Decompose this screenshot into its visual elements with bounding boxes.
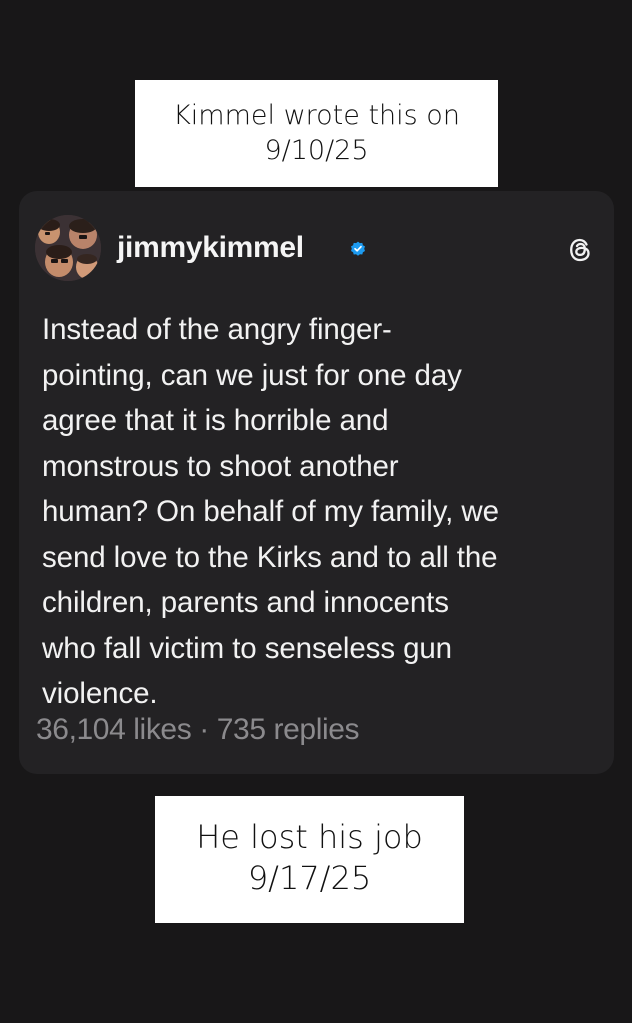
verified-badge-icon <box>351 241 365 256</box>
avatar[interactable] <box>35 215 101 281</box>
post-text-line: pointing, can we just for one day <box>42 358 462 392</box>
post-text-line: Instead of the angry finger- <box>42 313 392 346</box>
bottom-caption-line-1: He lost his job <box>196 818 423 856</box>
post-stats[interactable]: 36,104 likes · 735 replies <box>36 713 360 747</box>
top-caption-box: Kimmel wrote this on 9/10/25 <box>135 80 498 187</box>
threads-post-card: jimmykimmel Instead of the angry finger-… <box>19 191 614 774</box>
threads-icon[interactable] <box>565 235 595 265</box>
post-text-line: monstrous to shoot another <box>42 449 399 483</box>
post-text-line: agree that it is horrible and <box>42 404 389 437</box>
post-text-line: violence. <box>42 677 158 710</box>
post-text-line: send love to the Kirks and to all the <box>42 540 498 574</box>
top-caption-line-1: Kimmel wrote this on <box>173 100 460 131</box>
post-text-line: human? On behalf of my family, we <box>42 495 499 528</box>
top-caption-line-2: 9/10/25 <box>264 135 369 166</box>
post-text-line: children, parents and innocents <box>42 586 449 619</box>
avatar-image <box>35 215 101 281</box>
bottom-caption-box: He lost his job 9/17/25 <box>155 796 464 923</box>
post-body-text: Instead of the angry finger- pointing, c… <box>42 307 602 717</box>
screenshot-page: Kimmel wrote this on 9/10/25 jimmykimmel <box>0 0 632 1023</box>
bottom-caption-line-2: 9/17/25 <box>247 859 372 897</box>
username[interactable]: jimmykimmel <box>117 231 304 265</box>
post-text-line: who fall victim to senseless gun <box>42 631 452 665</box>
